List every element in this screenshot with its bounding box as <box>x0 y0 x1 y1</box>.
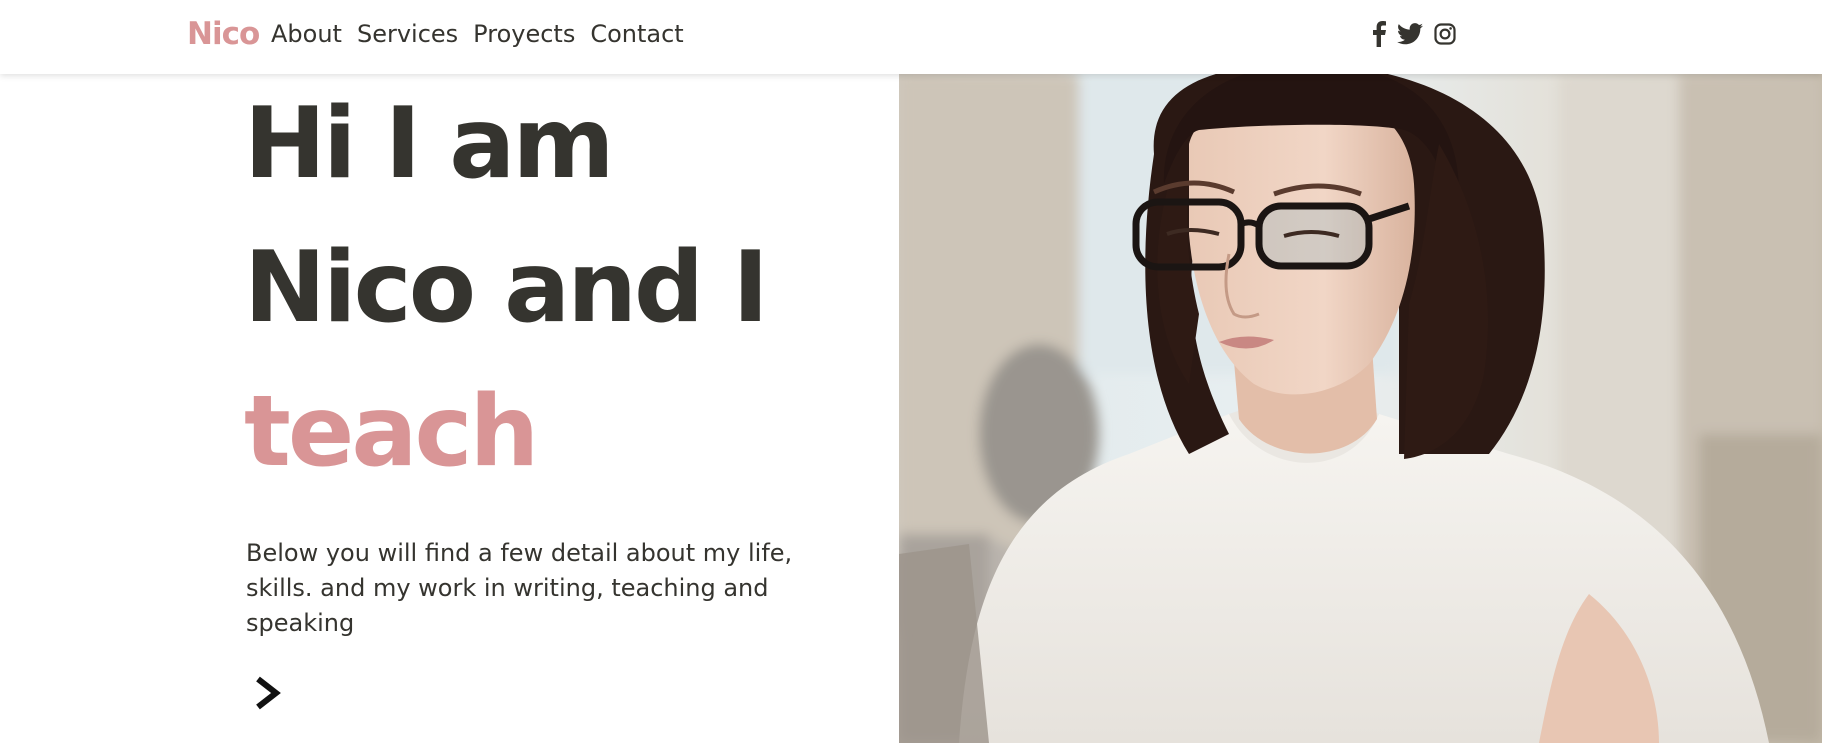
nav-link-proyects[interactable]: Proyects <box>473 20 575 48</box>
hero-line-1: Hi I am <box>244 87 615 201</box>
social-links <box>1372 21 1456 47</box>
chevron-right-icon[interactable] <box>250 675 286 711</box>
facebook-icon[interactable] <box>1372 21 1386 47</box>
nav-link-services[interactable]: Services <box>357 20 458 48</box>
hero-photo <box>899 74 1822 743</box>
hero-line-2: Nico and I <box>244 231 769 345</box>
nav-link-about[interactable]: About <box>271 20 342 48</box>
hero-line-accent: teach <box>244 375 539 489</box>
main-nav: About Services Proyects Contact <box>271 20 684 48</box>
site-header: Nico About Services Proyects Contact <box>0 0 1822 74</box>
nav-link-contact[interactable]: Contact <box>590 20 683 48</box>
hero-description: Below you will find a few detail about m… <box>246 539 793 637</box>
instagram-icon[interactable] <box>1434 23 1456 45</box>
twitter-icon[interactable] <box>1397 23 1423 45</box>
logo[interactable]: Nico <box>187 16 260 52</box>
